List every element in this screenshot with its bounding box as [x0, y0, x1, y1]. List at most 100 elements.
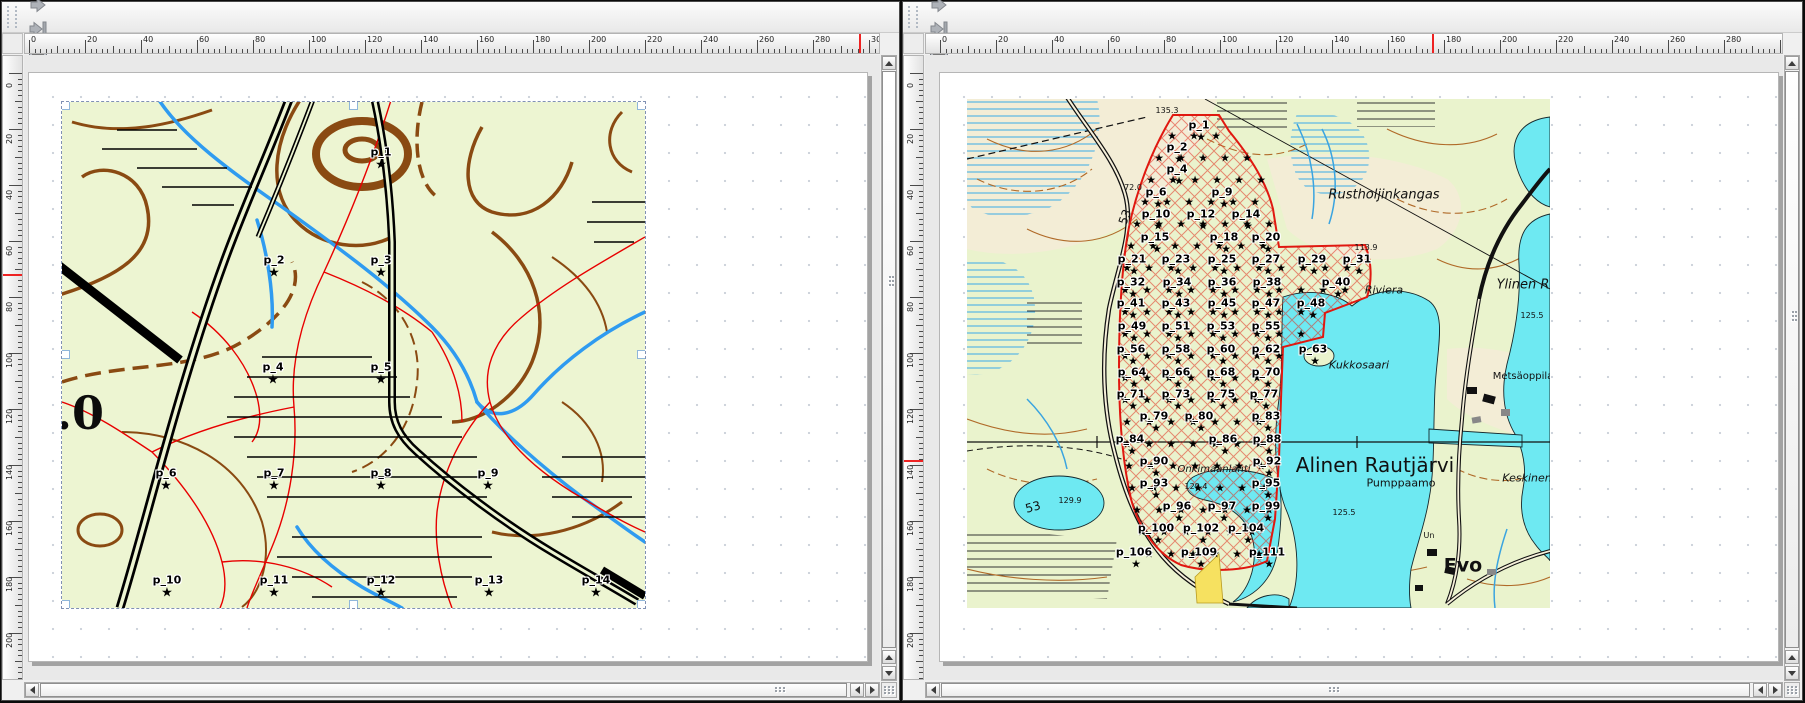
scroll-up-button-2[interactable]	[882, 650, 896, 664]
sample-point-star: ★	[1173, 401, 1183, 412]
map-item-topo-detail[interactable]: ★★★★★★★★★★★★★★★★★★★★★★★★★★★★★★★★★★★★★★★★…	[967, 99, 1550, 608]
sample-point-label: p_10	[153, 575, 182, 586]
sample-point-star: ★	[1220, 446, 1230, 457]
sample-point-label: p_48	[1297, 298, 1326, 309]
sample-point-star: ★	[160, 480, 172, 493]
sample-point-label: p_71	[1117, 389, 1146, 400]
scroll-up-button-2[interactable]	[1785, 650, 1799, 664]
selection-handle[interactable]	[62, 600, 70, 608]
map-place-label: Un	[1424, 532, 1435, 540]
sample-point-star: ★	[375, 159, 387, 172]
sample-point-label: p_56	[1117, 344, 1146, 355]
sample-point-label: p_10	[1142, 209, 1171, 220]
resize-grip[interactable]	[1784, 682, 1800, 698]
sample-point-label: p_45	[1208, 298, 1237, 309]
composer-canvas[interactable]: .0 p_1★p_2★p_3★p_4★p_5★p_6★p_7★p_8★p_9★p…	[24, 55, 880, 680]
sample-point-star: ★	[1190, 175, 1200, 186]
sample-point-label: p_77	[1250, 389, 1279, 400]
sample-point-label: p_2	[1166, 142, 1187, 153]
map-place-label: 135.3	[1156, 107, 1179, 115]
scroll-right-button[interactable]	[865, 683, 879, 697]
scroll-down-button[interactable]	[1785, 666, 1799, 680]
toolbar-drag-handle[interactable]	[908, 6, 918, 28]
sample-point-label: p_1	[1188, 120, 1209, 131]
map-place-label: Kukkosaari	[1329, 360, 1389, 371]
sample-point-star: ★	[1151, 423, 1161, 434]
sample-point-star: ★	[1166, 439, 1176, 450]
map-place-label: 72.0	[1124, 184, 1142, 192]
sample-point-star: ★	[1220, 153, 1230, 164]
map-place-label: 113.9	[1355, 244, 1378, 252]
sample-point-label: p_63	[1299, 344, 1328, 355]
sample-point-star: ★	[1296, 329, 1306, 340]
horizontal-ruler: 0204060801001201401601802002202402602803…	[925, 33, 1783, 54]
horizontal-scroll-thumb[interactable]	[40, 683, 847, 697]
map-item-sample-points[interactable]: .0 p_1★p_2★p_3★p_4★p_5★p_6★p_7★p_8★p_9★p…	[62, 102, 645, 608]
selection-handle[interactable]	[349, 102, 358, 110]
selection-handle[interactable]	[349, 600, 358, 608]
horizontal-scroll-thumb[interactable]	[941, 683, 1750, 697]
sample-point-label: p_47	[1252, 298, 1281, 309]
sample-point-star: ★	[1198, 505, 1208, 516]
sample-point-label: p_32	[1117, 277, 1146, 288]
sample-point-label: p_31	[1343, 254, 1372, 265]
scroll-up-button[interactable]	[1785, 56, 1799, 70]
selection-handle[interactable]	[637, 350, 645, 359]
scroll-left-button[interactable]	[25, 683, 39, 697]
scroll-left-button[interactable]	[926, 683, 940, 697]
selection-handle[interactable]	[62, 102, 70, 110]
resize-grip[interactable]	[881, 682, 897, 698]
sample-point-star: ★	[375, 267, 387, 280]
sample-point-label: p_43	[1162, 298, 1191, 309]
composer-canvas[interactable]: ★★★★★★★★★★★★★★★★★★★★★★★★★★★★★★★★★★★★★★★★…	[925, 55, 1783, 680]
sample-point-star: ★	[375, 480, 387, 493]
sample-point-star: ★	[1250, 197, 1260, 208]
sample-point-label: p_111	[1249, 547, 1285, 558]
sample-point-star: ★	[1242, 153, 1252, 164]
sample-point-star: ★	[590, 587, 602, 600]
sample-point-star: ★	[1170, 241, 1180, 252]
vertical-scrollbar[interactable]	[1784, 55, 1800, 681]
horizontal-scrollbar[interactable]	[24, 682, 880, 698]
sample-point-star: ★	[1132, 505, 1142, 516]
selection-handle[interactable]	[637, 102, 645, 110]
scroll-left-button-2[interactable]	[850, 683, 864, 697]
sample-point-label: p_97	[1208, 501, 1237, 512]
sample-point-star: ★	[1146, 175, 1156, 186]
vertical-scroll-thumb[interactable]	[1785, 71, 1799, 648]
sample-point-star: ★	[1132, 219, 1142, 230]
ruler-position-indicator	[1432, 34, 1434, 53]
sample-point-star: ★	[375, 374, 387, 387]
sample-point-star: ★	[1310, 356, 1320, 367]
sample-point-label: p_2	[263, 255, 284, 266]
sample-point-label: p_70	[1252, 367, 1281, 378]
sample-point-label: p_14	[1232, 209, 1261, 220]
scroll-left-button-2[interactable]	[1753, 683, 1767, 697]
sample-point-star: ★	[161, 587, 173, 600]
go-forward-icon[interactable]	[25, 0, 51, 17]
toolbar-drag-handle[interactable]	[7, 6, 17, 28]
sample-point-label: p_15	[1141, 232, 1170, 243]
sample-point-label: p_62	[1252, 344, 1281, 355]
scroll-up-button[interactable]	[882, 56, 896, 70]
vertical-scroll-thumb[interactable]	[882, 71, 896, 648]
selection-handle[interactable]	[637, 600, 645, 608]
qgis-composer-screens: 0204060801001201401601802002202402602803…	[0, 0, 1805, 703]
go-forward-icon[interactable]	[926, 0, 952, 17]
sample-point-star: ★	[1196, 132, 1206, 143]
scroll-right-button[interactable]	[1768, 683, 1782, 697]
sample-point-star: ★	[267, 374, 279, 387]
horizontal-scrollbar[interactable]	[925, 682, 1783, 698]
sample-point-label: p_36	[1208, 277, 1237, 288]
sample-point-star: ★	[1218, 401, 1228, 412]
sample-point-star: ★	[1264, 219, 1274, 230]
sample-point-star: ★	[1171, 483, 1181, 494]
scroll-down-button[interactable]	[882, 666, 896, 680]
sample-point-label: p_38	[1253, 277, 1282, 288]
toolbar	[2, 2, 899, 33]
sample-point-label: p_11	[260, 575, 289, 586]
selection-handle[interactable]	[62, 350, 70, 359]
sample-point-label: p_92	[1253, 456, 1282, 467]
vertical-scrollbar[interactable]	[881, 55, 897, 681]
map-place-label: Rustholjinkangas	[1328, 189, 1439, 202]
